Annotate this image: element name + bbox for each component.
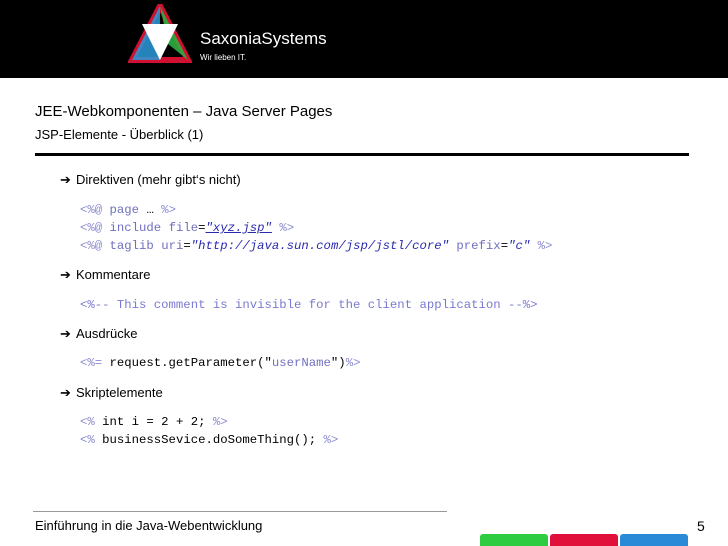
slide-title: JEE-Webkomponenten – Java Server Pages	[35, 103, 333, 120]
value-uri: "http://java.sun.com/jsp/jstl/core"	[190, 239, 450, 253]
code-line-comment: <%-- This comment is invisible for the c…	[80, 298, 538, 312]
directive-close: %>	[161, 203, 176, 217]
directive-open: <%@	[80, 221, 103, 235]
title-divider	[35, 153, 689, 156]
arrow-right-icon: ➔	[60, 385, 71, 400]
scriptlet-close: %>	[323, 433, 339, 447]
keyword-include: include	[109, 221, 162, 235]
scriptlet-open: <%	[80, 433, 95, 447]
scriptlet-close: %>	[212, 415, 228, 429]
directive-open: <%@	[80, 203, 103, 217]
page-number: 5	[697, 518, 705, 534]
code-line-taglib: <%@ taglib uri="http://java.sun.com/jsp/…	[80, 239, 553, 253]
attribute-uri: uri	[161, 239, 184, 253]
bullet-directives: ➔ Direktiven (mehr gibt‘s nicht)	[60, 172, 241, 188]
saxonia-logo-icon	[128, 4, 192, 63]
arrow-right-icon: ➔	[60, 326, 71, 341]
bullet-expressions: ➔ Ausdrücke	[60, 326, 137, 342]
directive-close: %>	[537, 239, 553, 253]
footer-divider	[33, 511, 447, 512]
code-text: ")	[330, 356, 346, 370]
bullet-label: Skriptelemente	[76, 385, 163, 400]
footer-strip-blue	[620, 534, 688, 546]
attribute-file: file	[168, 221, 199, 235]
code-text: request.getParameter("	[102, 356, 272, 370]
arrow-right-icon: ➔	[60, 267, 71, 282]
footer-text: Einführung in die Java-Webentwicklung	[35, 518, 263, 533]
header-bar: SaxoniaSystems Wir lieben IT.	[0, 0, 728, 78]
value-file: "xyz.jsp"	[205, 221, 272, 235]
expression-open: <%=	[80, 356, 103, 370]
bullet-label: Kommentare	[76, 267, 151, 282]
code-line-scriptlet-2: <% businessSevice.doSomeThing(); %>	[80, 433, 338, 447]
value-prefix: "c"	[508, 239, 531, 253]
expression-close: %>	[345, 356, 361, 370]
brand-tagline: Wir lieben IT.	[200, 53, 247, 62]
bullet-label: Ausdrücke	[76, 326, 138, 341]
bullet-label: Direktiven (mehr gibt‘s nicht)	[76, 172, 241, 187]
arrow-right-icon: ➔	[60, 172, 71, 187]
value-username: userName	[271, 356, 331, 370]
brand-name: SaxoniaSystems	[200, 29, 327, 48]
keyword-taglib: taglib	[109, 239, 154, 253]
directive-close: %>	[279, 221, 295, 235]
code-line-include: <%@ include file="xyz.jsp" %>	[80, 221, 295, 235]
slide-subtitle: JSP-Elemente - Überblick (1)	[35, 127, 204, 142]
code-text: …	[139, 203, 162, 217]
code-text: businessSevice.doSomeThing();	[94, 433, 324, 447]
keyword-page: page	[109, 203, 140, 217]
bullet-comments: ➔ Kommentare	[60, 267, 150, 283]
directive-open: <%@	[80, 239, 103, 253]
footer-strip-green	[480, 534, 548, 546]
bullet-scriptlets: ➔ Skriptelemente	[60, 385, 163, 401]
footer-strip-red	[550, 534, 618, 546]
code-line-scriptlet-1: <% int i = 2 + 2; %>	[80, 415, 228, 429]
code-line-expression: <%= request.getParameter("userName")%>	[80, 356, 360, 370]
attribute-prefix: prefix	[456, 239, 501, 253]
scriptlet-open: <%	[80, 415, 95, 429]
code-line-page: <%@ page … %>	[80, 203, 176, 217]
code-text: int i = 2 + 2;	[94, 415, 213, 429]
